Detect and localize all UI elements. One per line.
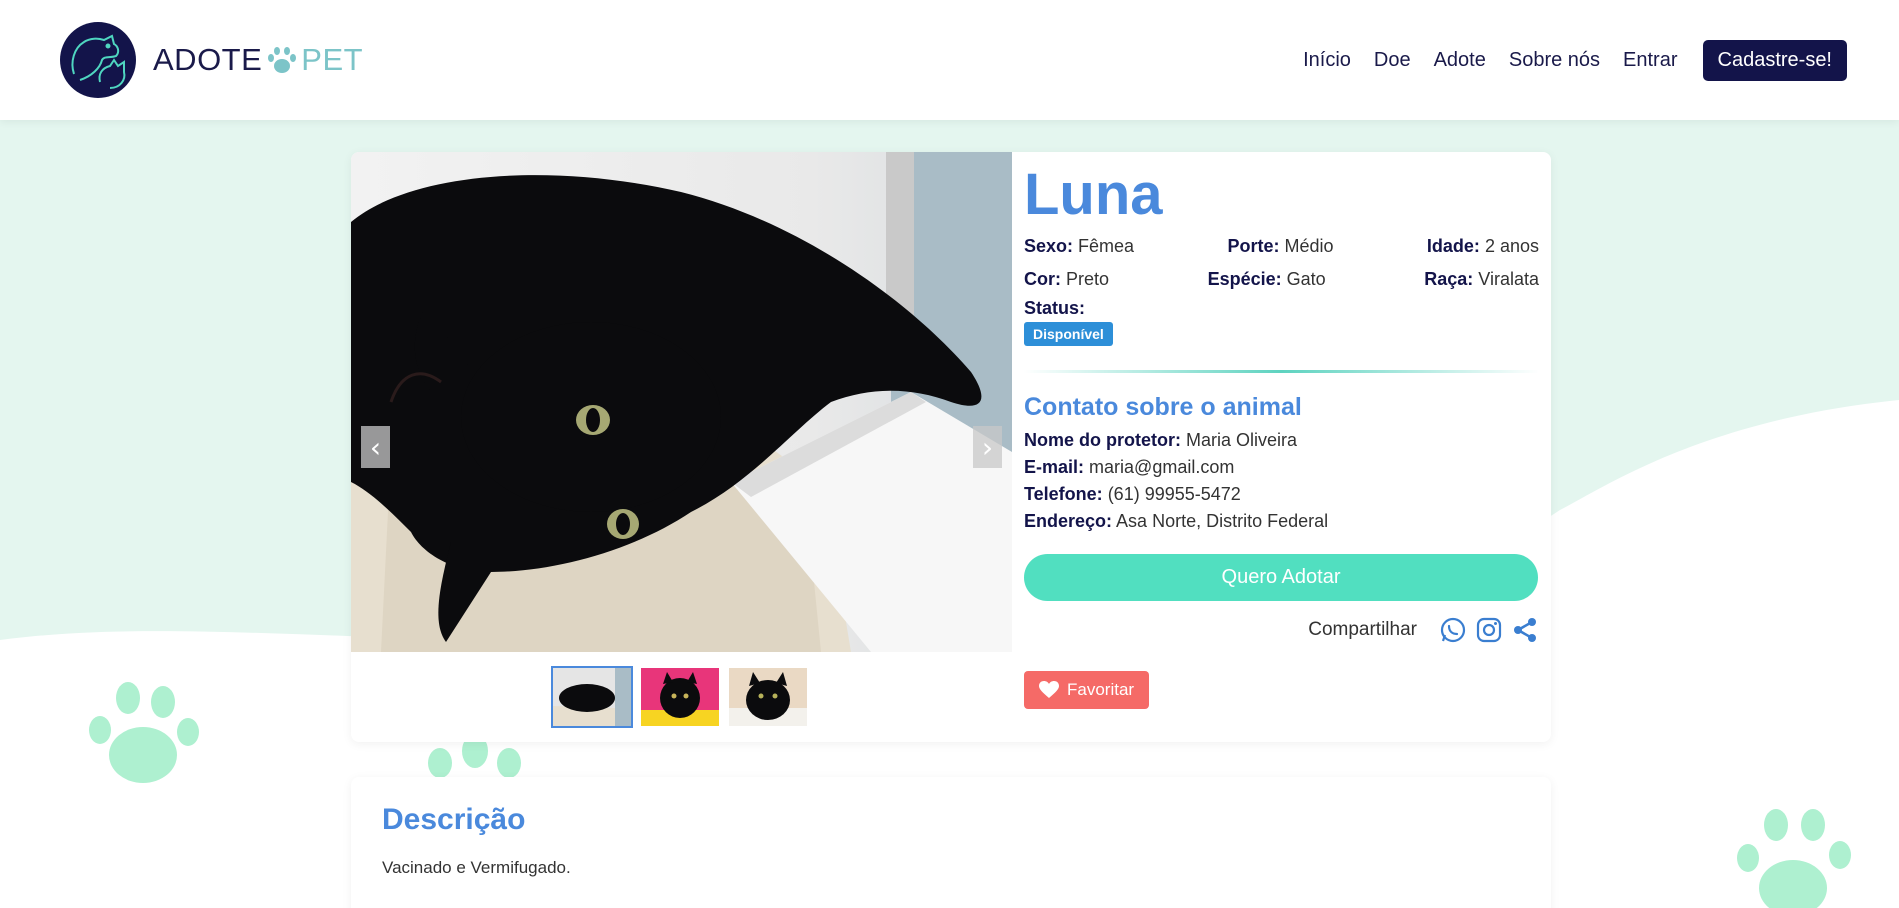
contact-protetor: Nome do protetor: Maria Oliveira xyxy=(1024,430,1539,451)
section-divider xyxy=(1024,370,1539,373)
contact-label: Telefone: xyxy=(1024,484,1103,504)
carousel-prev-button[interactable]: ‹ xyxy=(361,426,390,468)
brand-part-2: PET xyxy=(301,42,364,77)
share-icon[interactable] xyxy=(1511,616,1539,644)
attribute-label: Cor: xyxy=(1024,269,1061,289)
pet-detail-card: ‹ › Luna Sexo: Fêmea Porte: Médio Idade:… xyxy=(351,152,1551,742)
attribute-row-1: Sexo: Fêmea Porte: Médio Idade: 2 anos xyxy=(1024,230,1539,263)
contact-label: Nome do protetor: xyxy=(1024,430,1181,450)
thumbnail-2[interactable] xyxy=(641,668,719,726)
contact-title: Contato sobre o animal xyxy=(1024,393,1302,421)
pet-photo: ‹ › xyxy=(351,152,1012,652)
contact-telefone: Telefone: (61) 99955-5472 xyxy=(1024,484,1539,505)
status-label: Status: xyxy=(1024,298,1086,318)
contact-email: E-mail: maria@gmail.com xyxy=(1024,457,1539,478)
attribute-label: Porte: xyxy=(1227,236,1280,256)
share-row: Compartilhar xyxy=(1024,613,1539,647)
contact-value: maria@gmail.com xyxy=(1089,457,1235,477)
attribute-value: Médio xyxy=(1284,236,1334,256)
attribute-label: Raça: xyxy=(1424,269,1474,289)
pet-name: Luna xyxy=(1024,162,1163,227)
attribute-label: Idade: xyxy=(1426,236,1480,256)
carousel-next-button[interactable]: › xyxy=(973,426,1002,468)
paw-decoration-right xyxy=(1737,809,1851,908)
attribute-raca: Raça: Viralata xyxy=(1424,269,1539,290)
favorite-label: Favoritar xyxy=(1067,680,1135,699)
attribute-idade: Idade: 2 anos xyxy=(1427,236,1539,257)
attribute-especie: Espécie: Gato xyxy=(1208,269,1326,290)
attribute-value: Fêmea xyxy=(1078,236,1135,256)
contact-value: Maria Oliveira xyxy=(1186,430,1298,450)
attribute-label: Sexo: xyxy=(1024,236,1074,256)
contact-label: E-mail: xyxy=(1024,457,1085,477)
attribute-sexo: Sexo: Fêmea xyxy=(1024,236,1134,257)
pet-info: Luna Sexo: Fêmea Porte: Médio Idade: 2 a… xyxy=(1024,152,1539,709)
description-text: Vacinado e Vermifugado. xyxy=(382,858,571,877)
thumbnail-3[interactable] xyxy=(729,668,807,726)
heart-icon xyxy=(1039,681,1059,698)
nav-doe[interactable]: Doe xyxy=(1374,49,1411,72)
attribute-value: Gato xyxy=(1286,269,1326,289)
attribute-row-2: Cor: Preto Espécie: Gato Raça: Viralata xyxy=(1024,263,1539,296)
brand-name[interactable]: ADOTE PET xyxy=(153,42,363,78)
nav-inicio[interactable]: Início xyxy=(1303,49,1351,72)
attribute-value: Preto xyxy=(1066,269,1110,289)
favorite-button[interactable]: Favoritar xyxy=(1024,671,1150,709)
paw-icon xyxy=(268,47,297,73)
contact-label: Endereço: xyxy=(1024,511,1113,531)
main-nav: Início Doe Adote Sobre nós Entrar Cadast… xyxy=(1280,40,1847,81)
attribute-porte: Porte: Médio xyxy=(1227,236,1333,257)
whatsapp-icon[interactable] xyxy=(1439,616,1467,644)
nav-entrar[interactable]: Entrar xyxy=(1623,49,1677,72)
signup-button[interactable]: Cadastre-se! xyxy=(1702,40,1847,81)
status-badge: Disponível xyxy=(1024,322,1113,346)
thumbnail-strip xyxy=(551,666,817,728)
description-title: Descrição xyxy=(382,803,526,836)
thumbnail-1[interactable] xyxy=(551,666,633,728)
attribute-value: Viralata xyxy=(1478,269,1539,289)
logo-icon[interactable] xyxy=(60,22,136,98)
share-label: Compartilhar xyxy=(1308,619,1417,640)
nav-adote[interactable]: Adote xyxy=(1434,49,1486,72)
description-card: Descrição Vacinado e Vermifugado. xyxy=(351,777,1551,908)
site-header: ADOTE PET Início Doe Adote Sobre nós Ent… xyxy=(0,0,1899,120)
adopt-button[interactable]: Quero Adotar xyxy=(1024,554,1538,601)
brand-part-1: ADOTE xyxy=(153,42,263,77)
contact-value: (61) 99955-5472 xyxy=(1107,484,1241,504)
contact-list: Nome do protetor: Maria Oliveira E-mail:… xyxy=(1024,430,1539,532)
paw-decoration-left xyxy=(89,682,199,783)
nav-sobre-nos[interactable]: Sobre nós xyxy=(1509,49,1600,72)
attribute-value: 2 anos xyxy=(1484,236,1539,256)
attribute-label: Espécie: xyxy=(1207,269,1282,289)
contact-value: Asa Norte, Distrito Federal xyxy=(1116,511,1329,531)
instagram-icon[interactable] xyxy=(1475,616,1503,644)
attribute-cor: Cor: Preto xyxy=(1024,269,1109,290)
contact-endereco: Endereço: Asa Norte, Distrito Federal xyxy=(1024,511,1539,532)
